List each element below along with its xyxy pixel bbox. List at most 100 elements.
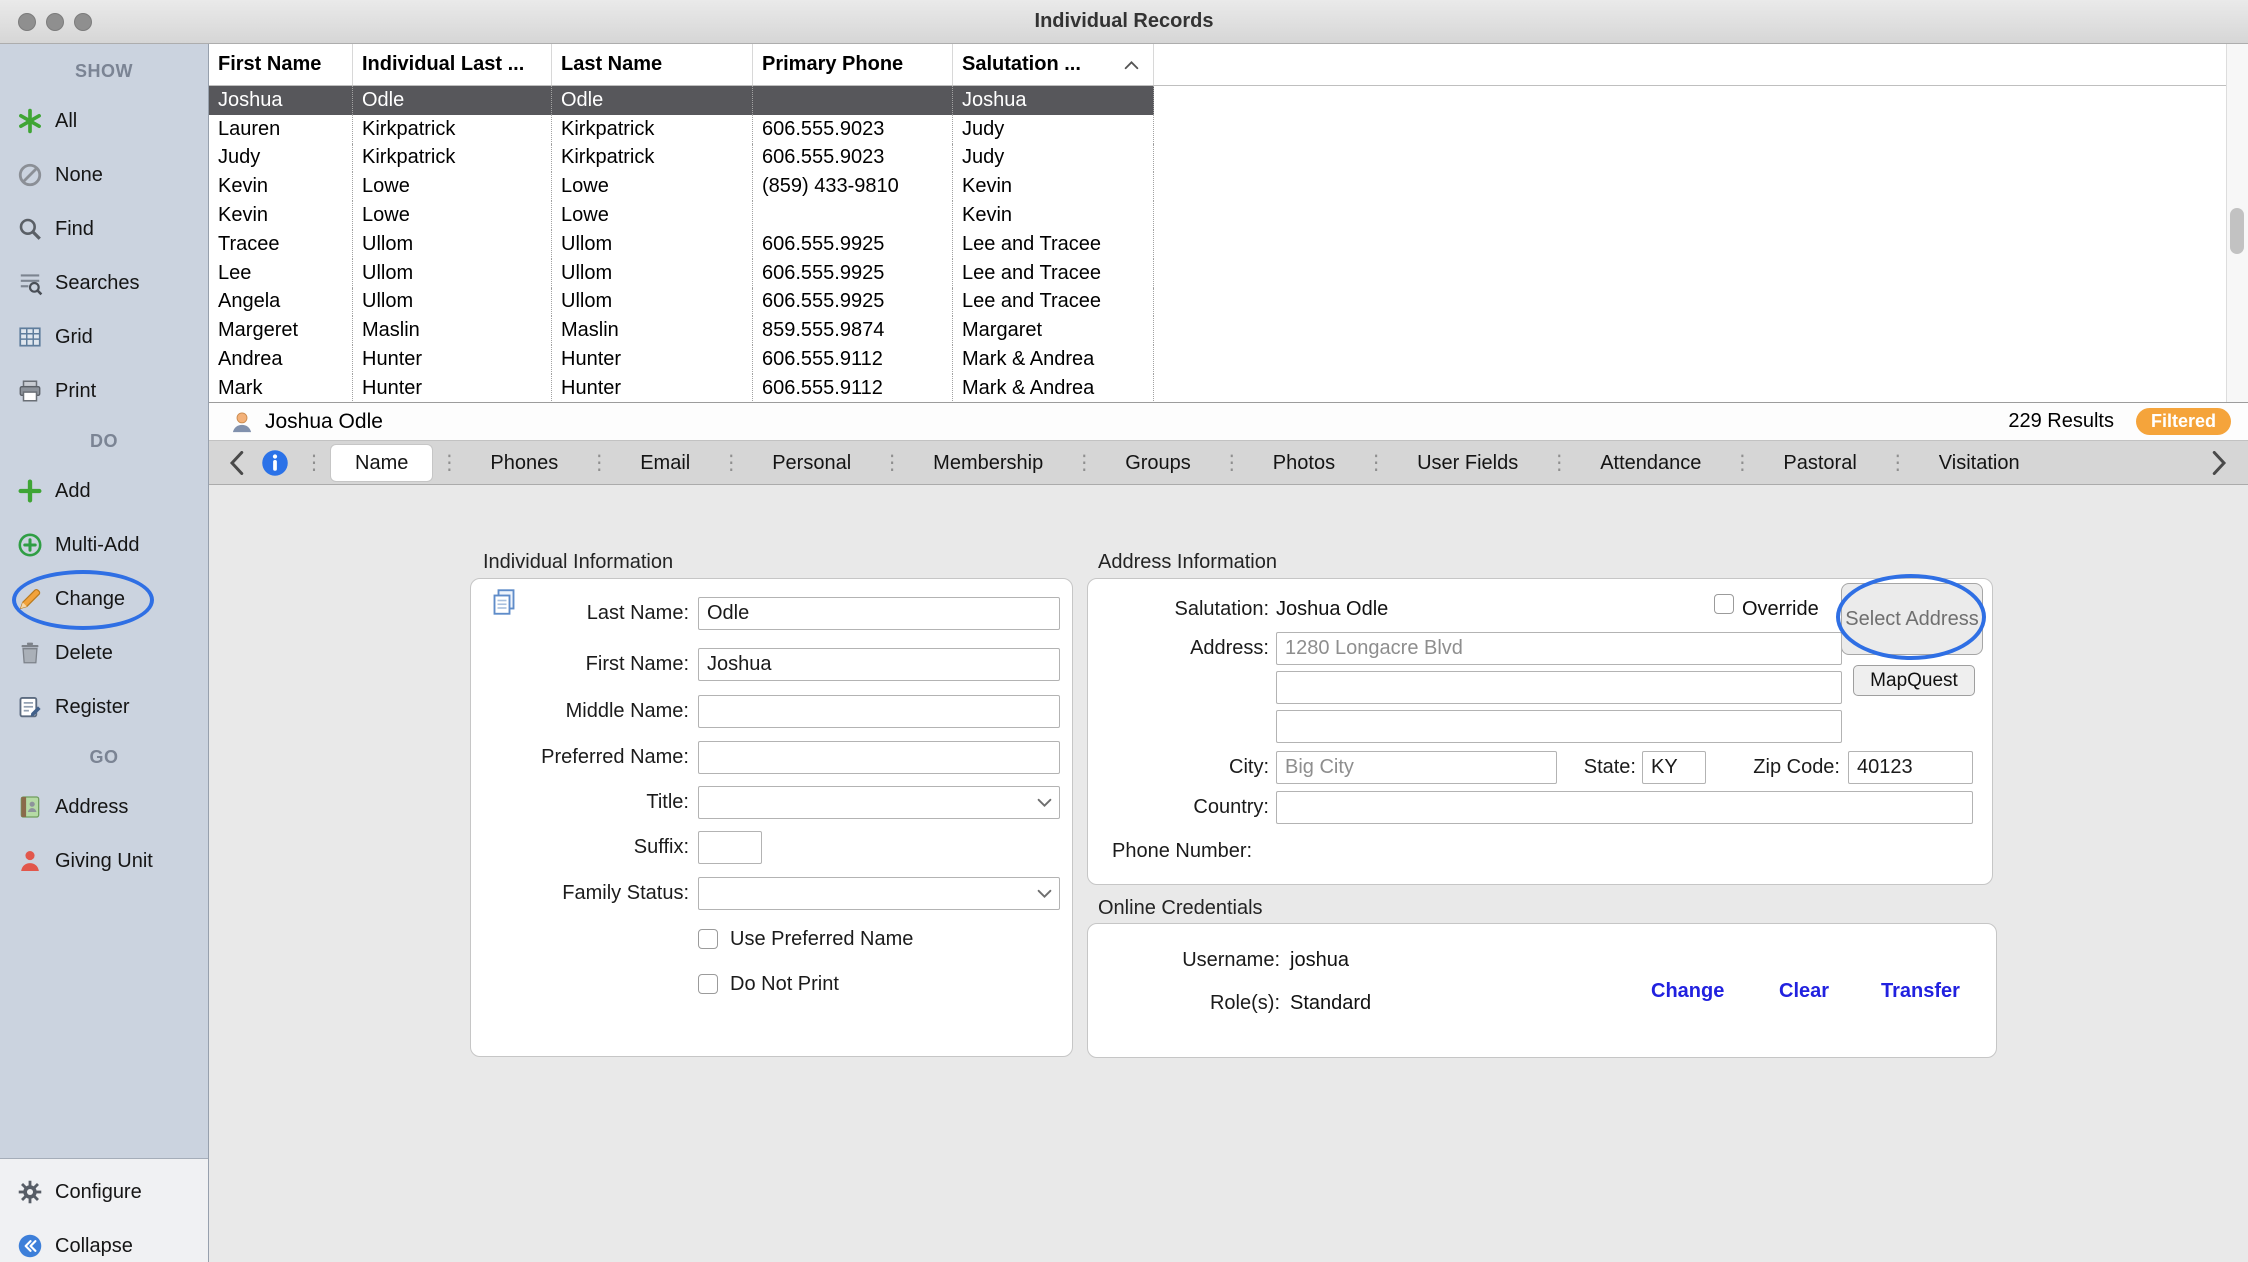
title-dropdown[interactable] bbox=[698, 786, 1060, 819]
table-cell: Lee and Tracee bbox=[953, 230, 1154, 259]
tab-separator: ⋮ bbox=[304, 450, 324, 475]
table-row[interactable]: Lauren Kirkpatrick Kirkpatrick 606.555.9… bbox=[209, 115, 1154, 144]
table-cell: Kevin bbox=[209, 172, 353, 201]
table-cell: Ullom bbox=[353, 288, 552, 317]
address-information-box: Salutation: Joshua Odle Override Select … bbox=[1087, 578, 1993, 885]
table-cell: Kirkpatrick bbox=[552, 115, 753, 144]
sidebar-item-print[interactable]: Print bbox=[0, 364, 208, 418]
state-input[interactable] bbox=[1642, 751, 1706, 784]
sidebar-item-address[interactable]: Address bbox=[0, 780, 208, 834]
table-row[interactable]: Mark Hunter Hunter 606.555.9112 Mark & A… bbox=[209, 374, 1154, 403]
mapquest-button[interactable]: MapQuest bbox=[1853, 665, 1975, 696]
column-header-individual-last-name[interactable]: Individual Last ... bbox=[353, 44, 552, 85]
sidebar-item-label: All bbox=[55, 110, 77, 133]
last-name-label: Last Name: bbox=[471, 597, 689, 630]
sidebar-item-change[interactable]: Change bbox=[0, 572, 208, 626]
sidebar-item-label: Searches bbox=[55, 272, 140, 295]
address-line1-input[interactable] bbox=[1276, 632, 1842, 665]
tab-personal[interactable]: Personal bbox=[748, 445, 875, 481]
preferred-name-input[interactable] bbox=[698, 741, 1060, 774]
sidebar-main: SHOW All None Find Searches Grid bbox=[0, 44, 208, 1158]
sidebar-item-grid[interactable]: Grid bbox=[0, 310, 208, 364]
first-name-input[interactable] bbox=[698, 648, 1060, 681]
select-address-button[interactable]: Select Address bbox=[1841, 583, 1983, 655]
sidebar-item-register[interactable]: Register bbox=[0, 680, 208, 734]
vertical-scrollbar[interactable] bbox=[2226, 44, 2248, 403]
tab-attendance[interactable]: Attendance bbox=[1576, 445, 1725, 481]
tab-email[interactable]: Email bbox=[616, 445, 714, 481]
change-link[interactable]: Change bbox=[1651, 978, 1724, 1004]
sidebar-item-collapse[interactable]: Collapse bbox=[0, 1219, 208, 1262]
info-tab[interactable] bbox=[253, 445, 297, 481]
table-cell: 606.555.9023 bbox=[753, 115, 953, 144]
sidebar-item-giving-unit[interactable]: Giving Unit bbox=[0, 834, 208, 888]
last-name-input[interactable] bbox=[698, 597, 1060, 630]
override-checkbox[interactable] bbox=[1714, 594, 1734, 614]
column-header-salutation[interactable]: Salutation ... bbox=[953, 44, 1154, 85]
salutation-value: Joshua Odle bbox=[1276, 593, 1388, 626]
middle-name-input[interactable] bbox=[698, 695, 1060, 728]
table-row[interactable]: Andrea Hunter Hunter 606.555.9112 Mark &… bbox=[209, 345, 1154, 374]
table-row[interactable]: Margeret Maslin Maslin 859.555.9874 Marg… bbox=[209, 316, 1154, 345]
city-input[interactable] bbox=[1276, 751, 1557, 784]
tab-pastoral[interactable]: Pastoral bbox=[1759, 445, 1880, 481]
print-icon bbox=[16, 378, 44, 404]
family-status-dropdown[interactable] bbox=[698, 877, 1060, 910]
country-input[interactable] bbox=[1276, 791, 1973, 824]
table-row[interactable]: Lee Ullom Ullom 606.555.9925 Lee and Tra… bbox=[209, 259, 1154, 288]
tab-user-fields[interactable]: User Fields bbox=[1393, 445, 1542, 481]
column-header-primary-phone[interactable]: Primary Phone bbox=[753, 44, 953, 85]
table-row[interactable]: Kevin Lowe Lowe Kevin bbox=[209, 201, 1154, 230]
tab-separator: ⋮ bbox=[1732, 450, 1752, 475]
sidebar-item-searches[interactable]: Searches bbox=[0, 256, 208, 310]
clear-link[interactable]: Clear bbox=[1779, 978, 1829, 1004]
tab-photos[interactable]: Photos bbox=[1249, 445, 1359, 481]
record-detail-pane: Individual Information Last Name: First … bbox=[209, 485, 2248, 1262]
zip-code-input[interactable] bbox=[1848, 751, 1973, 784]
do-not-print-checkbox[interactable] bbox=[698, 974, 718, 994]
chevron-right-icon[interactable] bbox=[2202, 445, 2236, 481]
person-avatar-icon bbox=[229, 409, 255, 435]
tab-name[interactable]: Name bbox=[331, 445, 432, 481]
country-label: Country: bbox=[1088, 791, 1269, 824]
transfer-link[interactable]: Transfer bbox=[1881, 978, 1960, 1004]
sidebar-item-multi-add[interactable]: Multi-Add bbox=[0, 518, 208, 572]
table-cell: Ullom bbox=[552, 288, 753, 317]
tab-visitation[interactable]: Visitation bbox=[1915, 445, 2044, 481]
table-row[interactable]: Judy Kirkpatrick Kirkpatrick 606.555.902… bbox=[209, 144, 1154, 173]
table-row[interactable]: Joshua Odle Odle Joshua bbox=[209, 86, 1154, 115]
sidebar-item-add[interactable]: Add bbox=[0, 464, 208, 518]
tab-separator: ⋮ bbox=[1074, 450, 1094, 475]
table-cell: Judy bbox=[209, 144, 353, 173]
table-row[interactable]: Kevin Lowe Lowe (859) 433-9810 Kevin bbox=[209, 172, 1154, 201]
filtered-badge[interactable]: Filtered bbox=[2136, 408, 2231, 435]
sidebar-item-label: Giving Unit bbox=[55, 850, 153, 873]
suffix-input[interactable] bbox=[698, 831, 762, 864]
tab-membership[interactable]: Membership bbox=[909, 445, 1067, 481]
column-header-last-name[interactable]: Last Name bbox=[552, 44, 753, 85]
roles-label: Role(s): bbox=[1088, 990, 1280, 1016]
scrollbar-thumb[interactable] bbox=[2230, 208, 2244, 254]
table-cell: Kevin bbox=[953, 201, 1154, 230]
sidebar-item-all[interactable]: All bbox=[0, 94, 208, 148]
tab-phones[interactable]: Phones bbox=[466, 445, 582, 481]
sidebar-item-configure[interactable]: Configure bbox=[0, 1165, 208, 1219]
address-line2-input[interactable] bbox=[1276, 671, 1842, 704]
sidebar-item-find[interactable]: Find bbox=[0, 202, 208, 256]
chevron-left-icon[interactable] bbox=[219, 445, 253, 481]
table-cell: Ullom bbox=[353, 259, 552, 288]
tab-groups[interactable]: Groups bbox=[1101, 445, 1215, 481]
table-row[interactable]: Tracee Ullom Ullom 606.555.9925 Lee and … bbox=[209, 230, 1154, 259]
table-cell: 859.555.9874 bbox=[753, 316, 953, 345]
use-preferred-name-checkbox[interactable] bbox=[698, 929, 718, 949]
table-cell: Margaret bbox=[953, 316, 1154, 345]
table-row[interactable]: Angela Ullom Ullom 606.555.9925 Lee and … bbox=[209, 288, 1154, 317]
column-header-first-name[interactable]: First Name bbox=[209, 44, 353, 85]
table-header-row: First Name Individual Last ... Last Name… bbox=[209, 44, 2248, 86]
sidebar-item-label: Add bbox=[55, 480, 91, 503]
multi-add-icon bbox=[16, 532, 44, 558]
sidebar-item-delete[interactable]: Delete bbox=[0, 626, 208, 680]
table-cell: Lee and Tracee bbox=[953, 288, 1154, 317]
address-line3-input[interactable] bbox=[1276, 710, 1842, 743]
sidebar-item-none[interactable]: None bbox=[0, 148, 208, 202]
